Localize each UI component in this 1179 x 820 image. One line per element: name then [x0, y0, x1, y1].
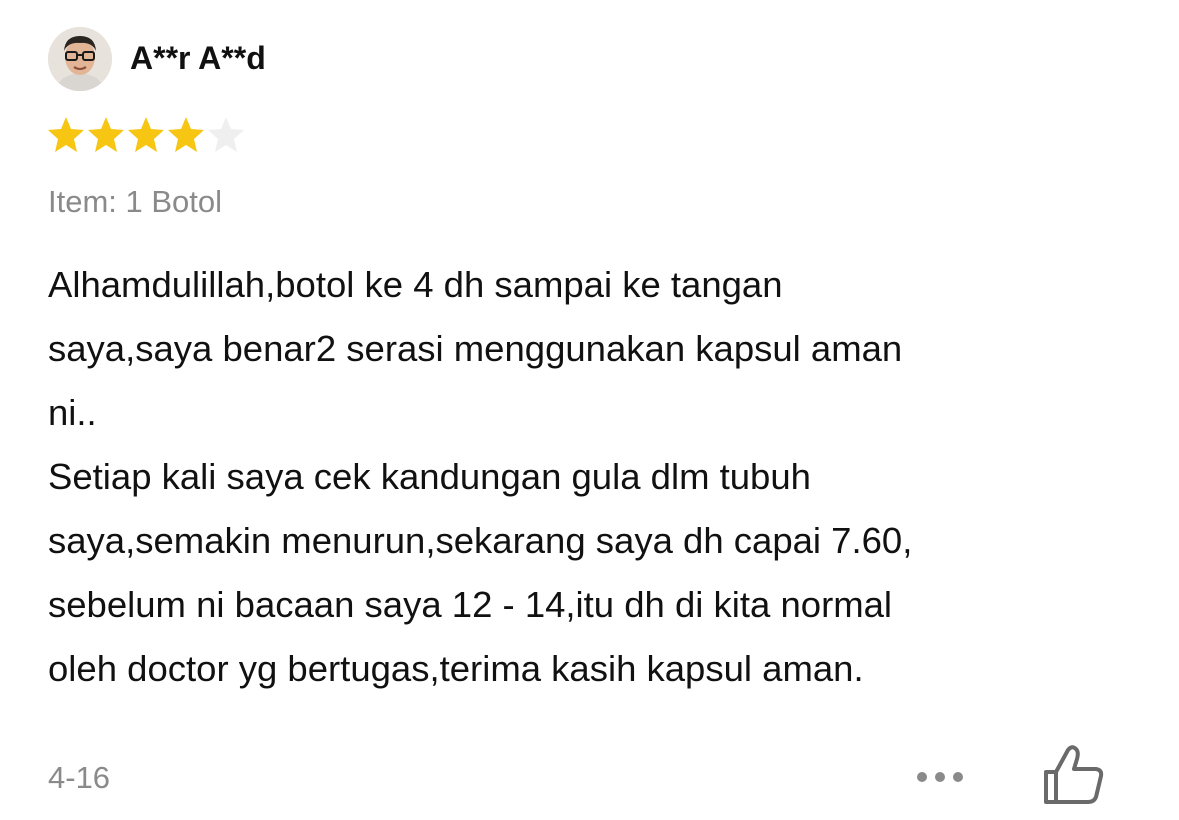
- review-text-line: sebelum ni bacaan saya 12 - 14,itu dh di…: [48, 584, 893, 625]
- review-card: A**r A**d Item: 1 Botol Alhamdulillah,bo…: [0, 0, 1179, 820]
- avatar-photo: [48, 27, 112, 91]
- item-variant: Item: 1 Botol: [48, 184, 223, 219]
- star-filled-icon: [128, 117, 164, 152]
- more-options-button[interactable]: [908, 757, 972, 797]
- thumbs-up-icon: [1044, 745, 1104, 804]
- review-text-line: saya,saya benar2 serasi menggunakan kaps…: [48, 328, 903, 369]
- review-text-line: saya,semakin menurun,sekarang saya dh ca…: [48, 520, 913, 561]
- review-text-line: ni..: [48, 392, 97, 433]
- like-button[interactable]: [1038, 742, 1108, 808]
- star-filled-icon: [48, 117, 84, 152]
- star-filled-icon: [88, 117, 124, 152]
- star-filled-icon: [168, 117, 204, 152]
- username[interactable]: A**r A**d: [130, 38, 266, 78]
- more-dots-icon: [917, 772, 963, 782]
- review-date: 4-16: [48, 760, 111, 795]
- star-empty-icon: [208, 117, 244, 152]
- star-rating: [48, 115, 244, 155]
- review-text: Alhamdulillah,botol ke 4 dh sampai ke ta…: [48, 253, 1148, 701]
- review-text-line: oleh doctor yg bertugas,terima kasih kap…: [48, 648, 864, 689]
- review-text-line: Setiap kali saya cek kandungan gula dlm …: [48, 456, 811, 497]
- review-text-line: Alhamdulillah,botol ke 4 dh sampai ke ta…: [48, 264, 783, 305]
- avatar[interactable]: [48, 27, 112, 91]
